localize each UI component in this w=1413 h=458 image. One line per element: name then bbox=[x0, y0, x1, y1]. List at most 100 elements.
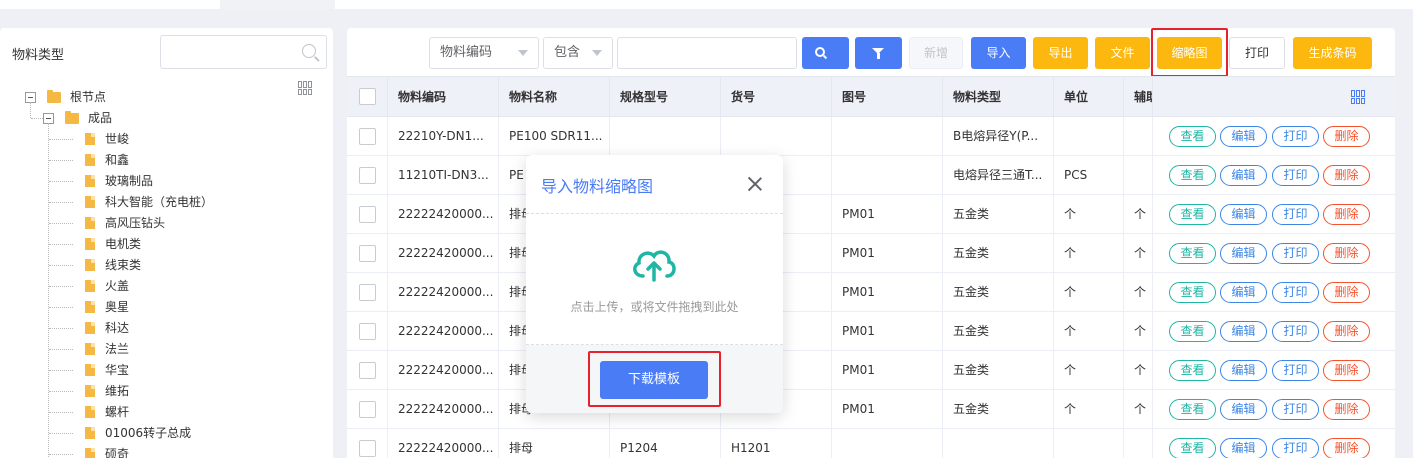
print-button[interactable]: 打印 bbox=[1229, 37, 1285, 69]
filter-icon bbox=[872, 48, 884, 59]
delete-row-button[interactable]: 删除 bbox=[1323, 360, 1370, 381]
column-header[interactable]: 规格型号 bbox=[610, 77, 721, 117]
edit-row-button[interactable]: 编辑 bbox=[1220, 321, 1267, 342]
view-row-button[interactable]: 查看 bbox=[1169, 321, 1216, 342]
column-header[interactable]: 辅助 bbox=[1124, 77, 1153, 117]
column-header[interactable]: 图号 bbox=[832, 77, 943, 117]
print-row-button[interactable]: 打印 bbox=[1272, 438, 1319, 458]
row-select-cell bbox=[347, 351, 388, 389]
add-button[interactable]: 新增 bbox=[909, 37, 963, 69]
column-settings-icon[interactable] bbox=[1351, 90, 1365, 104]
table-cell bbox=[610, 117, 721, 155]
column-header[interactable]: 物料编码 bbox=[388, 77, 499, 117]
upload-dropzone[interactable]: 点击上传，或将文件拖拽到此处 bbox=[526, 213, 783, 345]
delete-row-button[interactable]: 删除 bbox=[1323, 399, 1370, 420]
table-row[interactable]: 11210TI-DN3... PE 电熔异径三通T... PCS 查看 编辑 打印 删除 bbox=[347, 156, 1395, 195]
print-row-button[interactable]: 打印 bbox=[1272, 360, 1319, 381]
row-checkbox[interactable] bbox=[359, 284, 376, 301]
table-row[interactable]: 22222420000... 排母 PM01 五金类个个查看 编辑 打印 删除 bbox=[347, 312, 1395, 351]
delete-row-button[interactable]: 删除 bbox=[1323, 126, 1370, 147]
table-row[interactable]: 22222420000...排母P1204H1201PM01五金类个个查看编辑打… bbox=[347, 390, 1395, 429]
edit-row-button[interactable]: 编辑 bbox=[1220, 399, 1267, 420]
view-row-button[interactable]: 查看 bbox=[1169, 126, 1216, 147]
row-checkbox[interactable] bbox=[359, 401, 376, 418]
edit-row-button[interactable]: 编辑 bbox=[1220, 438, 1267, 458]
table-row[interactable]: 22222420000... 排母 PM01 五金类个个查看 编辑 打印 删除 bbox=[347, 273, 1395, 312]
delete-row-button[interactable]: 删除 bbox=[1323, 204, 1370, 225]
table-cell: 22222420000... bbox=[388, 273, 499, 311]
table-cell: 22210Y-DN1... bbox=[388, 117, 499, 155]
search-button[interactable] bbox=[802, 37, 849, 69]
row-checkbox[interactable] bbox=[359, 128, 376, 145]
row-checkbox[interactable] bbox=[359, 167, 376, 184]
print-row-button[interactable]: 打印 bbox=[1272, 282, 1319, 303]
table-row[interactable]: 22222420000... 排母 P1204 H1201 查看 编辑 打印 删除 bbox=[347, 429, 1395, 458]
print-row-button[interactable]: 打印 bbox=[1272, 399, 1319, 420]
row-checkbox[interactable] bbox=[359, 245, 376, 262]
view-row-button[interactable]: 查看 bbox=[1169, 204, 1216, 225]
view-row-button[interactable]: 查看 bbox=[1169, 360, 1216, 381]
view-row-button[interactable]: 查看 bbox=[1169, 165, 1216, 186]
edit-row-button[interactable]: 编辑 bbox=[1220, 243, 1267, 264]
export-button[interactable]: 导出 bbox=[1033, 37, 1088, 69]
column-header[interactable]: 物料类型 bbox=[943, 77, 1054, 117]
view-row-button[interactable]: 查看 bbox=[1169, 399, 1216, 420]
column-header[interactable]: 物料名称 bbox=[499, 77, 610, 117]
print-row-button[interactable]: 打印 bbox=[1272, 204, 1319, 225]
grid-view-icon[interactable] bbox=[298, 81, 312, 95]
table-cell bbox=[832, 156, 943, 194]
folder-open-icon bbox=[47, 90, 61, 103]
edit-row-button[interactable]: 编辑 bbox=[1220, 165, 1267, 186]
print-row-button[interactable]: 打印 bbox=[1272, 321, 1319, 342]
table-cell: 五金类 bbox=[943, 312, 1054, 350]
column-header[interactable]: 货号 bbox=[721, 77, 832, 117]
top-tab-strip bbox=[0, 0, 1413, 9]
table-row[interactable]: 22222420000... 排母 PM01 五金类个个查看 编辑 打印 删除 bbox=[347, 234, 1395, 273]
delete-row-button[interactable]: 删除 bbox=[1323, 282, 1370, 303]
table-row[interactable]: 22222420000... 排母 PM01 五金类个个查看 编辑 打印 删除 bbox=[347, 351, 1395, 390]
search-icon[interactable] bbox=[302, 44, 316, 58]
match-select[interactable]: 包含 bbox=[543, 37, 613, 69]
view-row-button[interactable]: 查看 bbox=[1169, 243, 1216, 264]
table-cell: 个 bbox=[1054, 390, 1124, 428]
print-row-button[interactable]: 打印 bbox=[1272, 126, 1319, 147]
edit-row-button[interactable]: 编辑 bbox=[1220, 204, 1267, 225]
table-cell: 五金类 bbox=[943, 390, 1054, 428]
delete-row-button[interactable]: 删除 bbox=[1323, 165, 1370, 186]
row-select-cell bbox=[347, 234, 388, 272]
delete-row-button[interactable]: 删除 bbox=[1323, 438, 1370, 458]
tree-leaf-label: 火盖 bbox=[105, 279, 130, 293]
row-checkbox[interactable] bbox=[359, 362, 376, 379]
delete-row-button[interactable]: 删除 bbox=[1323, 321, 1370, 342]
row-checkbox[interactable] bbox=[359, 206, 376, 223]
file-icon bbox=[85, 343, 95, 355]
field-select[interactable]: 物料编码 bbox=[429, 37, 539, 69]
file-icon bbox=[85, 196, 95, 208]
view-row-button[interactable]: 查看 bbox=[1169, 438, 1216, 458]
select-all-checkbox[interactable] bbox=[359, 88, 376, 105]
row-checkbox[interactable] bbox=[359, 440, 376, 457]
table-cell bbox=[832, 429, 943, 458]
delete-row-button[interactable]: 删除 bbox=[1323, 243, 1370, 264]
file-button[interactable]: 文件 bbox=[1095, 37, 1150, 69]
import-button[interactable]: 导入 bbox=[971, 37, 1026, 69]
active-tab[interactable] bbox=[220, 0, 335, 9]
row-select-cell bbox=[347, 312, 388, 350]
generate-barcode-button[interactable]: 生成条码 bbox=[1293, 37, 1372, 69]
print-row-button[interactable]: 打印 bbox=[1272, 165, 1319, 186]
column-header[interactable]: 单位 bbox=[1054, 77, 1124, 117]
tree-leaf-label: 科达 bbox=[105, 321, 130, 335]
file-icon bbox=[85, 133, 95, 145]
edit-row-button[interactable]: 编辑 bbox=[1220, 282, 1267, 303]
print-row-button[interactable]: 打印 bbox=[1272, 243, 1319, 264]
filter-button[interactable] bbox=[855, 37, 902, 69]
edit-row-button[interactable]: 编辑 bbox=[1220, 126, 1267, 147]
search-input[interactable] bbox=[617, 37, 797, 69]
close-icon[interactable] bbox=[747, 176, 763, 192]
table-row[interactable]: 22210Y-DN1... PE100 SDR11... B电熔异径Y(P... 查看… bbox=[347, 117, 1395, 156]
category-search-input[interactable] bbox=[160, 35, 327, 69]
edit-row-button[interactable]: 编辑 bbox=[1220, 360, 1267, 381]
row-checkbox[interactable] bbox=[359, 323, 376, 340]
view-row-button[interactable]: 查看 bbox=[1169, 282, 1216, 303]
table-row[interactable]: 22222420000... 排母 PM01 五金类个个查看 编辑 打印 删除 bbox=[347, 195, 1395, 234]
